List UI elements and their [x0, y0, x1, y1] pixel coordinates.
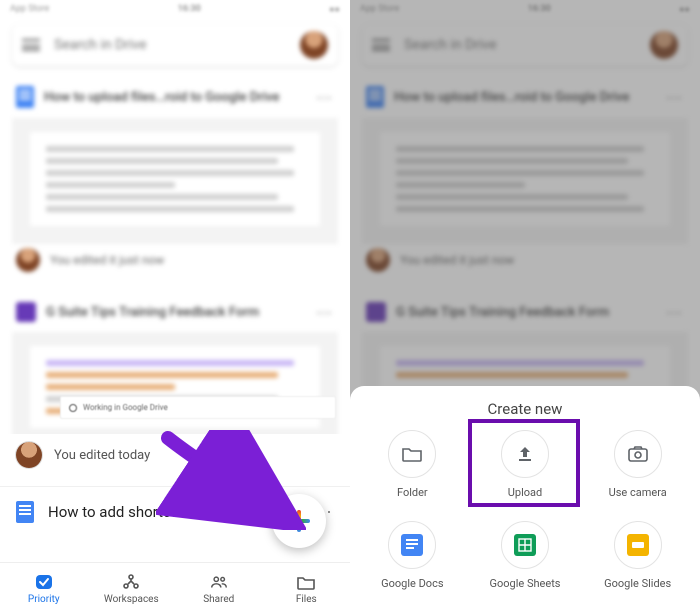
create-new-sheet: Create new Folder Upload Use camera Goog…: [350, 386, 700, 614]
docs-icon: [16, 86, 34, 108]
opt-upload[interactable]: Upload: [471, 430, 580, 515]
docs-icon: [16, 501, 34, 523]
file-card-doc[interactable]: How to upload files…roid to Google Drive…: [12, 76, 338, 280]
files-icon: [296, 573, 316, 591]
tab-files[interactable]: Files: [263, 563, 351, 614]
working-snippet: Working in Google Drive: [60, 396, 336, 419]
fab-new[interactable]: [272, 494, 326, 548]
plus-icon: [288, 510, 310, 532]
avatar[interactable]: [300, 31, 328, 59]
opt-slides[interactable]: Google Slides: [583, 521, 692, 606]
opt-camera[interactable]: Use camera: [583, 430, 692, 515]
search-bar[interactable]: Search in Drive: [12, 24, 338, 66]
upload-icon: [501, 430, 549, 478]
left-screenshot: App Store16:30●● Search in Drive How to …: [0, 0, 350, 614]
workspaces-icon: [121, 573, 141, 591]
menu-icon[interactable]: [22, 39, 40, 51]
tab-workspaces[interactable]: Workspaces: [88, 563, 176, 614]
status-bar: App Store16:30●●: [0, 0, 350, 18]
forms-icon: [16, 302, 36, 322]
shared-icon: [209, 573, 229, 591]
priority-icon: [34, 573, 54, 591]
edited-today-row: You edited today: [0, 434, 350, 486]
opt-folder[interactable]: Folder: [358, 430, 467, 515]
bottom-tabs: Priority Workspaces Shared Files: [0, 562, 350, 614]
file-name: How to add shortcuts in Google Drive: [48, 503, 300, 521]
tab-shared[interactable]: Shared: [175, 563, 263, 614]
search-placeholder: Search in Drive: [54, 37, 300, 53]
right-screenshot: App Store16:30●● Search in Drive How to …: [350, 0, 700, 614]
sheet-title: Create new: [358, 400, 692, 418]
opt-sheets[interactable]: Google Sheets: [471, 521, 580, 606]
tab-priority[interactable]: Priority: [0, 563, 88, 614]
file-card-form[interactable]: G Suite Tips Training Feedback Form⋯: [12, 292, 338, 446]
opt-docs[interactable]: Google Docs: [358, 521, 467, 606]
